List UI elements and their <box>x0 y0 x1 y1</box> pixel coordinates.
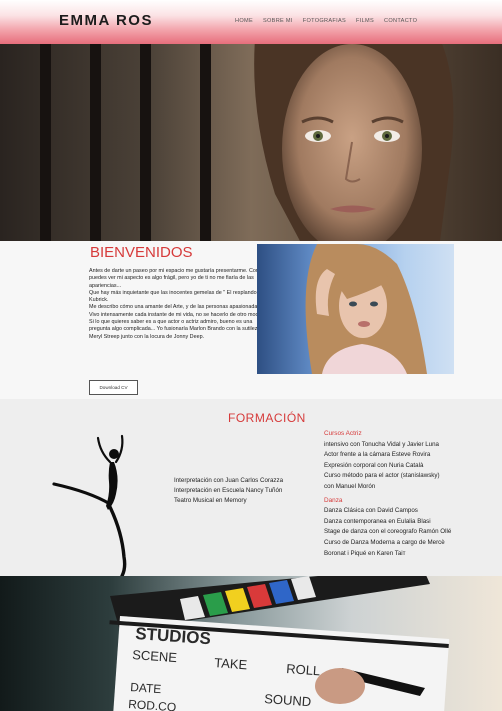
list-item: Teatro Musical en Memory <box>174 497 247 504</box>
site-logo[interactable]: EMMA ROS <box>59 12 153 29</box>
clapboard-text: SCENE <box>132 647 178 665</box>
nav-fotografias[interactable]: FOTOGRAFIAS <box>303 18 346 24</box>
list-item: Actor frente a la cámara Esteve Rovira <box>324 451 431 459</box>
download-cv-button[interactable]: Download CV <box>89 380 138 395</box>
list-item: Danza contemporanea en Eulalia Blasi <box>324 517 431 525</box>
nav-home[interactable]: HOME <box>235 18 253 24</box>
list-item: con Manuel Morón <box>324 482 376 490</box>
clapboard-text: ROD.CO <box>128 697 177 711</box>
bio-title: BIENVENIDOS <box>90 244 193 261</box>
list-item: Stage de danza con el coreografo Ramón O… <box>324 528 452 536</box>
ballet-dancer-silhouette <box>52 434 127 576</box>
list-item: Interpretación en Escuela Nancy Tuñón <box>174 487 283 494</box>
danza-heading: Danza <box>324 496 343 504</box>
bio-text: Antes de darte un paseo por mi espacio m… <box>89 268 271 341</box>
clapboard-text: TAKE <box>214 655 248 672</box>
list-item: intensivo con Tonucha Vidal y Javier Lun… <box>324 440 440 448</box>
list-item: Curso método para el actor (stanislawsky… <box>324 472 440 480</box>
portrait-photo <box>257 244 454 374</box>
nav-sobre-mi[interactable]: SOBRE MI <box>263 18 293 24</box>
nav-films[interactable]: FILMS <box>356 18 374 24</box>
nav-contacto[interactable]: CONTACTO <box>384 18 417 24</box>
main-nav: HOME SOBRE MI FOTOGRAFIAS FILMS CONTACTO <box>235 18 417 24</box>
list-item: Expresión corporal con Nuria Català <box>324 461 424 469</box>
list-item: Interpretación con Juan Carlos Corazza <box>174 477 284 484</box>
formacion-title: FORMACIÓN <box>228 411 306 425</box>
list-item: Curso de Danza Moderna a cargo de Mercè <box>324 538 445 546</box>
bio-paragraph: Me describo cómo una amante del Arte, y … <box>89 304 266 318</box>
clapboard-text: DATE <box>130 680 162 696</box>
hero-image <box>0 44 502 241</box>
bio-paragraph: Antes de darte un paseo por mi espacio m… <box>89 268 264 289</box>
formacion-courses-list: Cursos Actriz intensivo con Tonucha Vida… <box>324 429 502 559</box>
cursos-heading: Cursos Actriz <box>324 430 362 437</box>
bio-paragraph: Que hay más inquietante que las inocente… <box>89 289 268 304</box>
clapboard-text: ROLL <box>286 661 321 678</box>
list-item: Danza Clásica con David Campos <box>324 507 418 515</box>
list-item: Boronat i Piqué en Karen Taiт <box>324 549 406 557</box>
formacion-main-list: Interpretación con Juan Carlos Corazza I… <box>174 476 283 506</box>
bio-paragraph: Si lo que quieres saber es a que actor o… <box>89 319 268 340</box>
site-header: EMMA ROS HOME SOBRE MI FOTOGRAFIAS FILMS… <box>0 0 502 44</box>
clapboard-image: STUDIOS SCENE TAKE ROLL DATE ROD.CO SOUN… <box>0 576 502 711</box>
